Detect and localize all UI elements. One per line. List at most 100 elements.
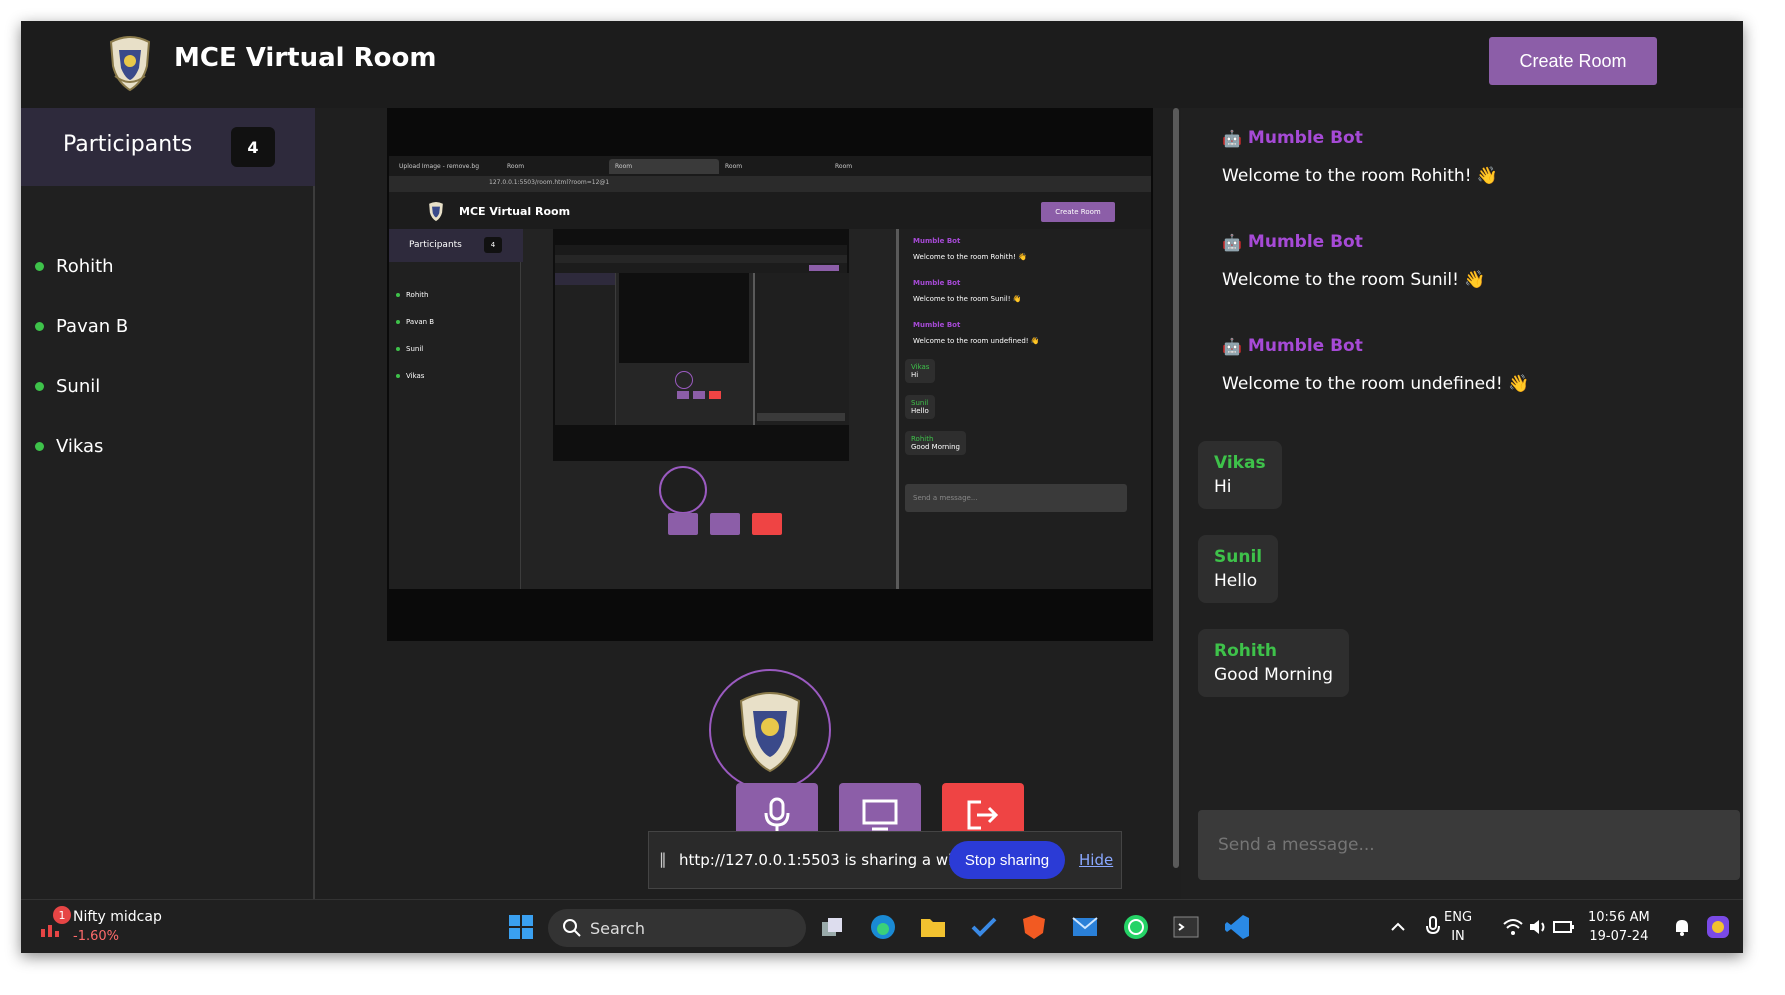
online-dot-icon <box>35 381 44 391</box>
chat-bubble: Rohith Good Morning <box>1198 629 1349 697</box>
show-hidden-icons-chevron-icon[interactable] <box>1382 911 1414 943</box>
shared-chat-user: Rohith <box>911 435 934 443</box>
shared-participant-item: Vikas <box>396 362 434 389</box>
nested-screen-share <box>553 229 849 461</box>
shared-participant-count: 4 <box>484 237 502 253</box>
screen-sharing-notification: ‖ http://127.0.0.1:5503 is sharing a win… <box>648 831 1122 889</box>
mail-icon[interactable] <box>1069 911 1101 943</box>
shared-message-input: Send a message... <box>905 484 1127 512</box>
stop-sharing-button[interactable]: Stop sharing <box>949 841 1065 879</box>
shared-participants-title: Participants <box>409 240 462 250</box>
participant-name: Rohith <box>56 255 114 277</box>
vscode-icon[interactable] <box>1221 911 1253 943</box>
participant-item: Rohith <box>35 236 128 296</box>
copilot-icon[interactable] <box>1702 911 1734 943</box>
search-icon <box>563 919 581 937</box>
online-dot-icon <box>396 292 400 297</box>
shared-bot-message: Mumble Bot Welcome to the room Rohith! 👋 <box>913 237 1027 261</box>
terminal-icon[interactable] <box>1170 911 1202 943</box>
chat-user: Rohith <box>1214 641 1277 661</box>
edge-browser-icon[interactable] <box>867 911 899 943</box>
participant-list: Rohith Pavan B Sunil Vikas <box>35 236 128 476</box>
bot-icon: 🤖 <box>1222 128 1242 148</box>
shared-bot-message: Mumble Bot Welcome to the room undefined!… <box>913 321 1040 345</box>
shared-create-room-button: Create Room <box>1041 202 1115 222</box>
bot-message: 🤖 Mumble Bot Welcome to the room Sunil! 👋 <box>1222 232 1486 290</box>
app-window: MCE Virtual Room Create Room Participant… <box>21 21 1743 953</box>
shared-participant-list: Rohith Pavan B Sunil Vikas <box>396 281 434 389</box>
bot-name: Mumble Bot <box>1247 232 1363 252</box>
stock-change: -1.60% <box>73 929 119 944</box>
battery-icon[interactable] <box>1548 911 1580 943</box>
app-header: MCE Virtual Room Create Room <box>21 21 1743 108</box>
shared-screen-button <box>710 513 740 535</box>
main-scrollbar[interactable] <box>1173 108 1179 868</box>
monitor-icon <box>862 799 898 831</box>
chat-text: Hello <box>1214 571 1258 591</box>
shared-leave-button <box>752 513 782 535</box>
brave-browser-icon[interactable] <box>1018 911 1050 943</box>
user-avatar <box>709 669 831 791</box>
bot-name-row: 🤖 Mumble Bot <box>1222 336 1529 356</box>
online-dot-icon <box>35 441 44 451</box>
online-dot-icon <box>396 373 400 378</box>
taskbar-search[interactable]: Search <box>548 909 806 947</box>
bot-name-row: 🤖 Mumble Bot <box>1222 232 1486 252</box>
shared-bot-message: Mumble Bot Welcome to the room Sunil! 👋 <box>913 279 1022 303</box>
bot-message-text: Welcome to the room Rohith! 👋 <box>1222 166 1499 186</box>
participant-item: Vikas <box>35 416 128 476</box>
bot-icon: 🤖 <box>1222 336 1242 356</box>
windows-start-icon[interactable] <box>505 911 537 943</box>
shared-chat-user: Sunil <box>911 399 929 407</box>
hide-link[interactable]: Hide <box>1079 851 1113 869</box>
nested-shared-screen <box>555 245 849 425</box>
participants-title: Participants <box>63 132 193 157</box>
screen-share-video: Upload Image - remove.bg Room Room Room … <box>387 108 1153 641</box>
participant-count-badge: 4 <box>231 127 275 167</box>
todo-icon[interactable] <box>968 911 1000 943</box>
shared-bot-text: Welcome to the room Sunil! 👋 <box>913 295 1022 303</box>
browser-tab: Room <box>835 163 853 170</box>
message-input[interactable] <box>1198 810 1740 880</box>
bot-message-text: Welcome to the room Sunil! 👋 <box>1222 270 1486 290</box>
bot-icon: 🤖 <box>1222 232 1242 252</box>
task-view-icon[interactable] <box>816 911 848 943</box>
shared-bot-name: Mumble Bot <box>913 237 961 245</box>
chat-panel: 🤖 Mumble Bot Welcome to the room Rohith! … <box>1181 108 1743 899</box>
participants-sidebar: Participants 4 Rohith Pavan B Sunil Vika… <box>21 108 321 899</box>
shared-participants-sidebar: Participants 4 Rohith Pavan B Sunil Vika… <box>389 229 523 589</box>
college-crest-logo <box>109 36 151 92</box>
shared-screen: Upload Image - remove.bg Room Room Room … <box>389 156 1151 589</box>
shared-chat-bubble: Sunil Hello <box>905 395 935 419</box>
chat-user: Vikas <box>1214 453 1266 473</box>
browser-tab: Room <box>725 163 743 170</box>
participant-name: Pavan B <box>56 315 129 337</box>
region-code: IN <box>1451 929 1465 944</box>
shared-participant-item: Pavan B <box>396 308 434 335</box>
shared-chat-bubble: Vikas Hi <box>905 359 936 383</box>
shared-bot-name: Mumble Bot <box>913 321 961 329</box>
file-explorer-icon[interactable] <box>917 911 949 943</box>
system-clock[interactable]: 10:56 AM 19-07-24 <box>1588 908 1650 946</box>
shared-avatar <box>659 466 707 514</box>
notification-badge: 1 <box>53 906 71 924</box>
bot-message: 🤖 Mumble Bot Welcome to the room undefine… <box>1222 336 1529 394</box>
bot-message-text: Welcome to the room undefined! 👋 <box>1222 374 1530 394</box>
chat-bubble: Sunil Hello <box>1198 535 1279 603</box>
whatsapp-icon[interactable] <box>1120 911 1152 943</box>
bot-name-row: 🤖 Mumble Bot <box>1222 128 1498 148</box>
clock-date: 19-07-24 <box>1589 929 1649 944</box>
microphone-icon <box>764 797 790 831</box>
browser-tab: Room <box>609 159 719 174</box>
notifications-bell-icon[interactable] <box>1666 911 1698 943</box>
language-code: ENG <box>1444 910 1473 925</box>
online-dot-icon <box>35 261 44 271</box>
shared-participant-name: Rohith <box>406 290 429 299</box>
shared-participant-item: Sunil <box>396 335 434 362</box>
shared-mic-button <box>668 513 698 535</box>
bot-name: Mumble Bot <box>1247 128 1363 148</box>
create-room-button[interactable]: Create Room <box>1489 37 1657 85</box>
language-indicator[interactable]: ENG IN <box>1444 908 1472 946</box>
shared-app-header: MCE Virtual Room Create Room <box>389 192 1151 229</box>
exit-icon <box>967 800 999 830</box>
